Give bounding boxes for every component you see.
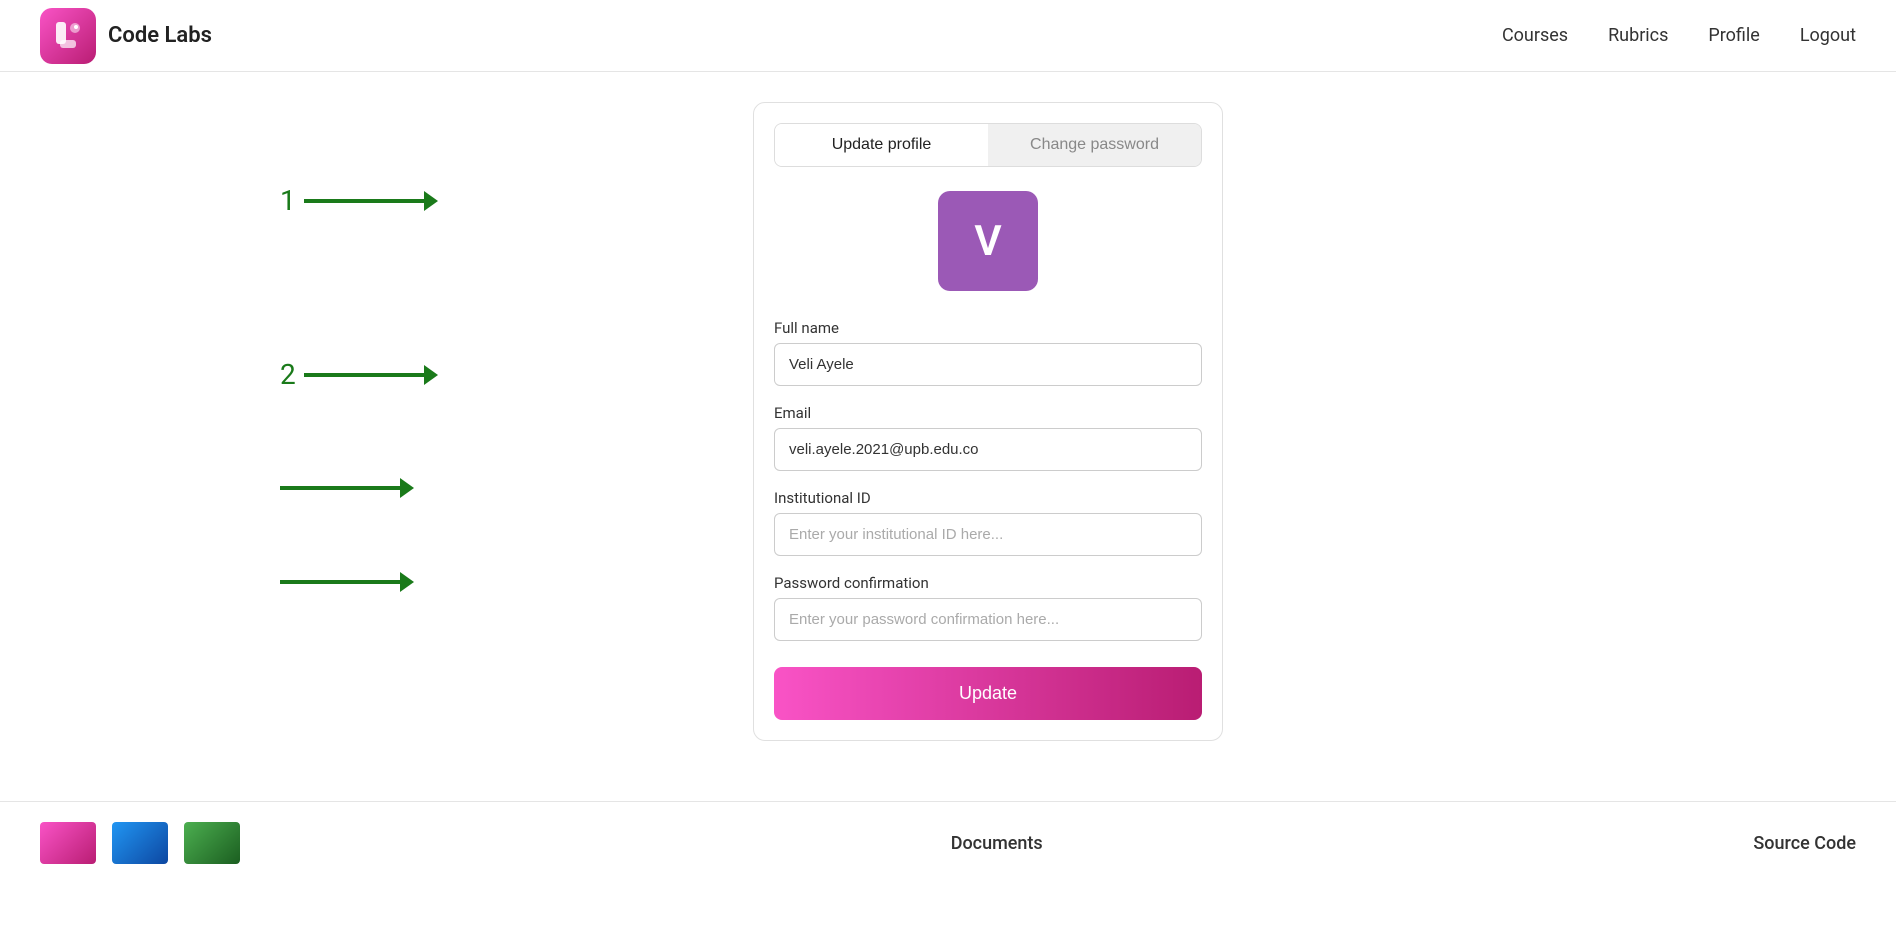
annotation-2: 2 — [280, 358, 438, 391]
header: Code Labs Courses Rubrics Profile Logout — [0, 0, 1896, 72]
nav-logout[interactable]: Logout — [1800, 25, 1856, 46]
footer: Documents Source Code — [0, 801, 1896, 884]
password-confirmation-label: Password confirmation — [774, 574, 1202, 592]
annotation-4 — [280, 572, 414, 592]
annotation-3 — [280, 478, 414, 498]
email-input[interactable] — [774, 428, 1202, 471]
profile-tabs: Update profile Change password — [774, 123, 1202, 167]
footer-source-code[interactable]: Source Code — [1753, 833, 1856, 854]
main-content: 1 2 Update profile Change password V Ful… — [0, 72, 1896, 801]
arrow-3 — [280, 478, 414, 498]
avatar: V — [938, 191, 1038, 291]
nav-rubrics[interactable]: Rubrics — [1608, 25, 1668, 46]
footer-logo-1 — [40, 822, 96, 864]
footer-logo-2 — [112, 822, 168, 864]
footer-logo-3 — [184, 822, 240, 864]
tab-update-profile[interactable]: Update profile — [775, 124, 988, 166]
arrow-4 — [280, 572, 414, 592]
update-button[interactable]: Update — [774, 667, 1202, 720]
nav-profile[interactable]: Profile — [1708, 25, 1759, 46]
profile-card: Update profile Change password V Full na… — [753, 102, 1223, 741]
annotation-1: 1 — [280, 184, 438, 217]
footer-logos — [40, 822, 240, 864]
full-name-group: Full name — [774, 319, 1202, 386]
email-label: Email — [774, 404, 1202, 422]
footer-documents[interactable]: Documents — [951, 833, 1043, 854]
full-name-label: Full name — [774, 319, 1202, 337]
avatar-section: V — [774, 191, 1202, 291]
logo-text: Code Labs — [108, 23, 212, 48]
profile-form: Full name Email Institutional ID Passwor… — [774, 319, 1202, 720]
institutional-id-input[interactable] — [774, 513, 1202, 556]
tab-change-password[interactable]: Change password — [988, 124, 1201, 166]
logo: Code Labs — [40, 8, 212, 64]
annotation-num-1: 1 — [280, 184, 296, 217]
main-nav: Courses Rubrics Profile Logout — [1502, 25, 1856, 46]
logo-icon — [40, 8, 96, 64]
full-name-input[interactable] — [774, 343, 1202, 386]
institutional-id-label: Institutional ID — [774, 489, 1202, 507]
annotation-num-2: 2 — [280, 358, 296, 391]
arrow-2 — [304, 365, 438, 385]
password-confirmation-input[interactable] — [774, 598, 1202, 641]
arrow-1 — [304, 191, 438, 211]
institutional-id-group: Institutional ID — [774, 489, 1202, 556]
email-group: Email — [774, 404, 1202, 471]
password-confirmation-group: Password confirmation — [774, 574, 1202, 641]
nav-courses[interactable]: Courses — [1502, 25, 1568, 46]
